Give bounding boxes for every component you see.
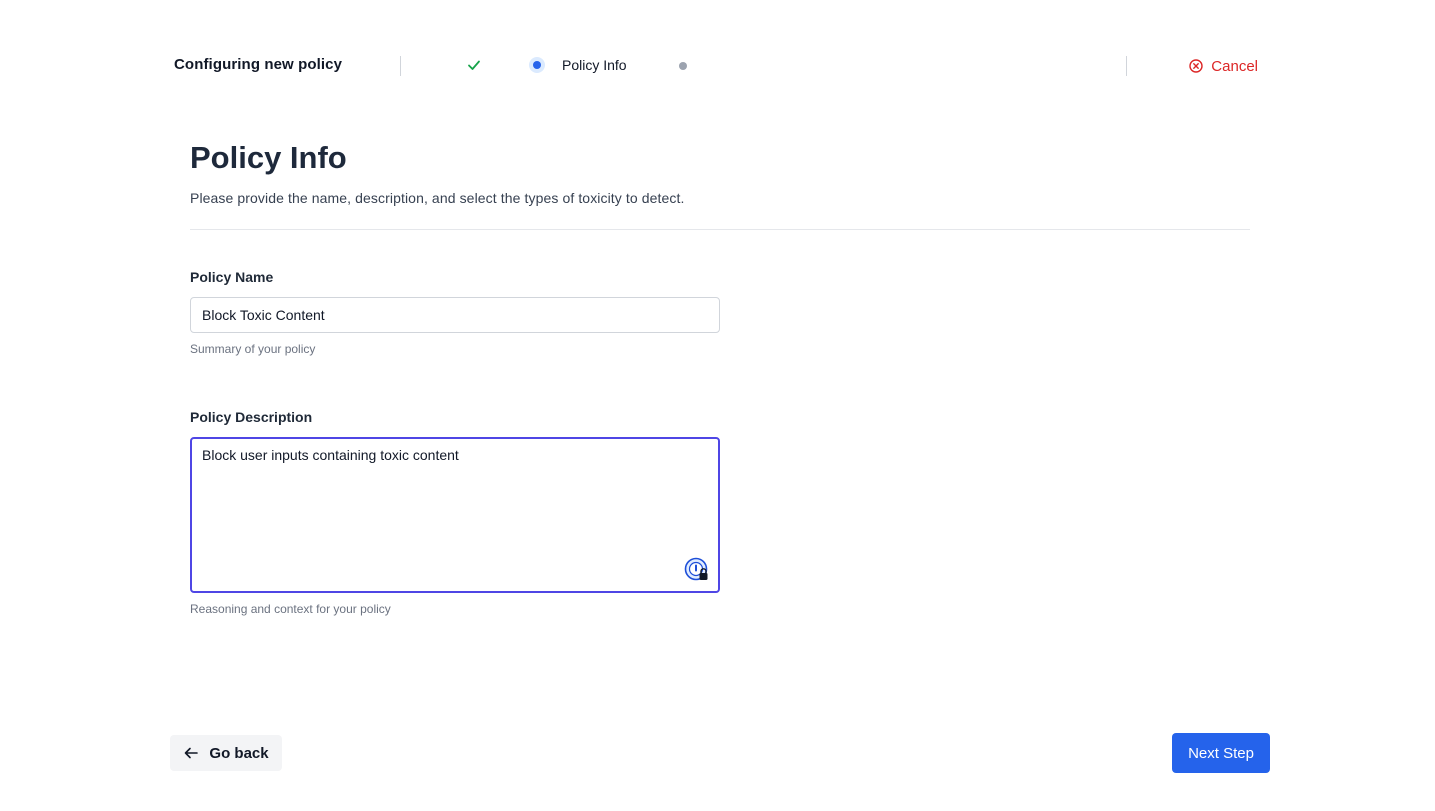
policy-wizard-page: Configuring new policy Policy Info Cance… [0, 0, 1435, 811]
password-manager-icon[interactable] [684, 557, 710, 583]
step-current-label: Policy Info [562, 57, 627, 73]
cancel-button[interactable]: Cancel [1189, 54, 1258, 78]
arrow-left-icon [183, 745, 199, 761]
policy-name-input[interactable] [190, 297, 720, 333]
policy-description-textarea[interactable]: Block user inputs containing toxic conte… [190, 437, 720, 593]
header-title: Configuring new policy [174, 56, 343, 73]
go-back-label: Go back [209, 744, 269, 762]
policy-description-wrapper: Block user inputs containing toxic conte… [190, 437, 720, 593]
step-completed-check-icon [466, 57, 482, 73]
header-divider [400, 56, 401, 76]
page-title: Policy Info [190, 140, 347, 175]
policy-description-help: Reasoning and context for your policy [190, 602, 391, 616]
step-upcoming-dot [679, 62, 687, 70]
wizard-header: Configuring new policy Policy Info Cance… [174, 48, 1260, 84]
header-divider [1126, 56, 1127, 76]
step-current-dot [529, 57, 545, 73]
policy-name-label: Policy Name [190, 269, 274, 285]
section-divider [190, 229, 1250, 230]
x-circle-icon [1189, 59, 1203, 73]
policy-info-form: Policy Info Please provide the name, des… [190, 136, 1250, 616]
page-subtitle: Please provide the name, description, an… [190, 190, 685, 206]
next-step-button[interactable]: Next Step [1172, 733, 1270, 773]
policy-description-label: Policy Description [190, 409, 313, 425]
go-back-button[interactable]: Go back [170, 735, 282, 771]
cancel-label: Cancel [1211, 57, 1258, 75]
policy-name-help: Summary of your policy [190, 342, 316, 356]
